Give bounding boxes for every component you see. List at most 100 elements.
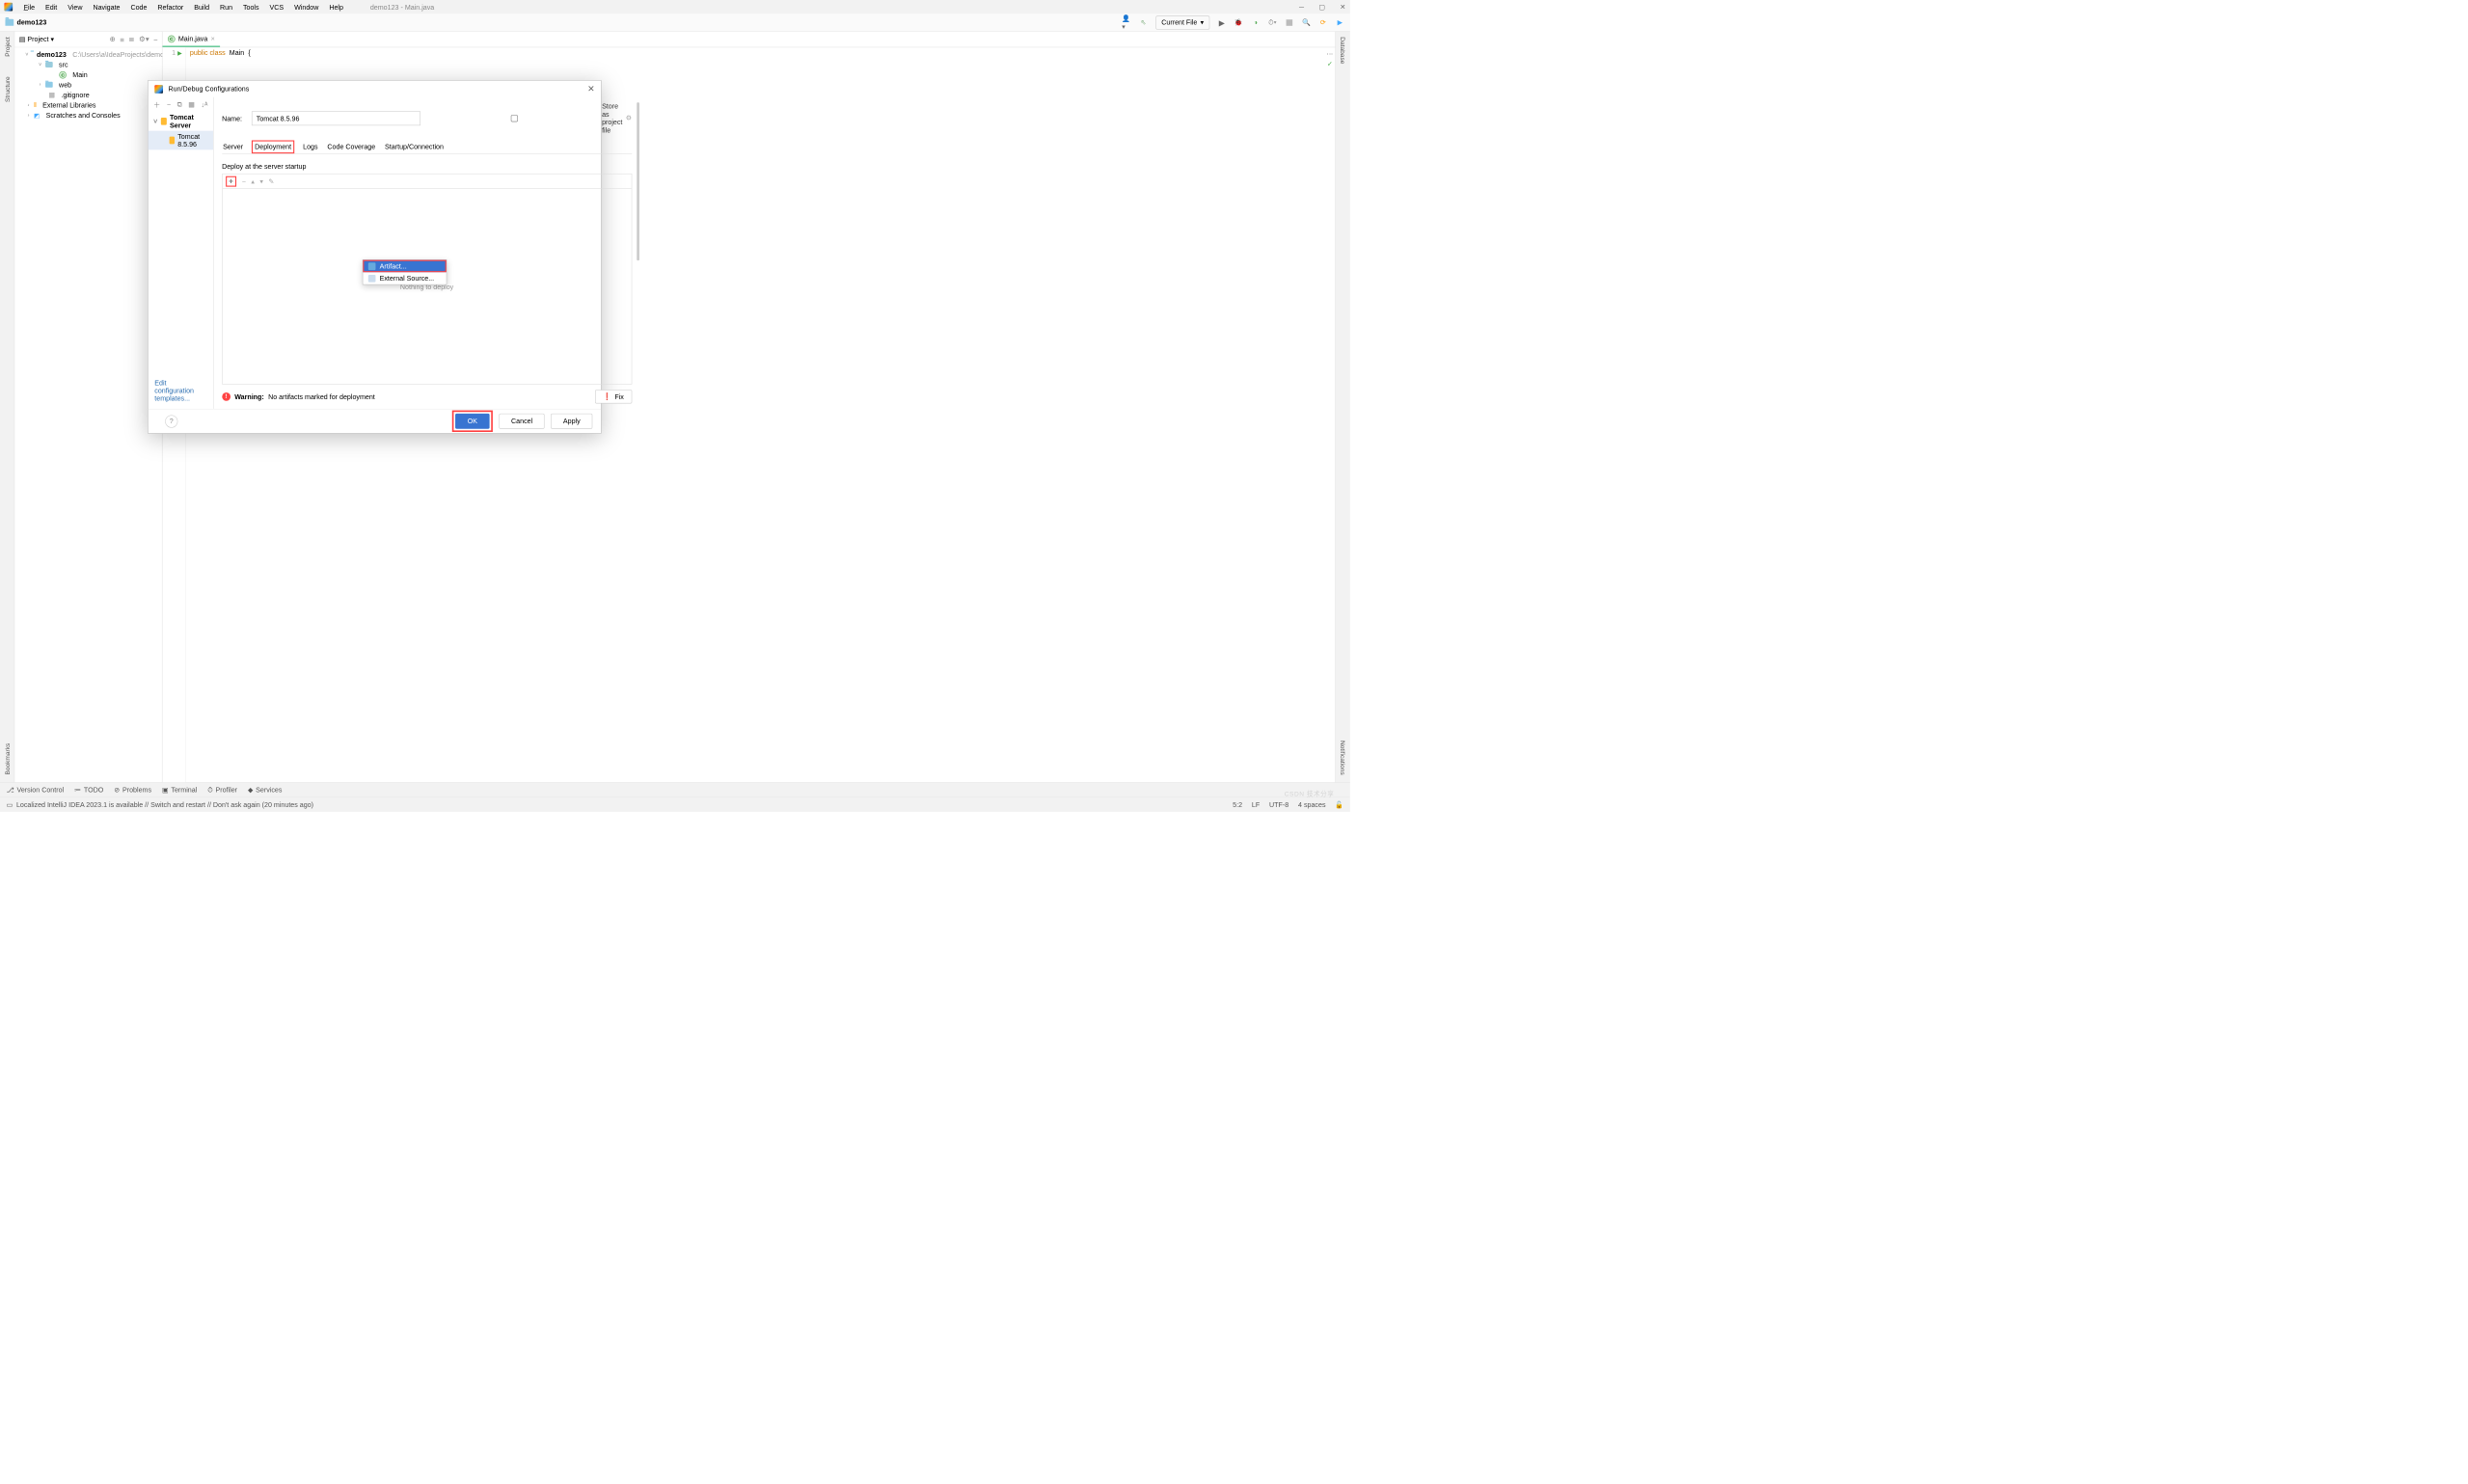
remove-config-icon[interactable]: − [167,100,171,108]
status-line-sep[interactable]: LF [1252,800,1260,809]
tool-todo[interactable]: ≔ TODO [74,786,103,795]
status-message[interactable]: Localized IntelliJ IDEA 2023.1 is availa… [16,800,313,808]
search-icon[interactable]: 🔍 [1301,17,1311,27]
menu-help[interactable]: Help [324,1,347,12]
store-as-project-checkbox[interactable]: Store as project file ⚙ [430,102,632,134]
menu-navigate[interactable]: Navigate [89,1,125,12]
deploy-empty-label: Nothing to deploy [223,189,632,384]
status-caret-pos[interactable]: 5:2 [1233,800,1242,809]
close-tab-icon[interactable]: × [211,35,215,42]
menu-tools[interactable]: Tools [238,1,263,12]
profile-icon[interactable]: ⏱▾ [1267,17,1277,27]
app-logo-icon [4,3,13,12]
editor-menu-icon[interactable]: ⋮ [1326,51,1334,58]
tree-gitignore[interactable]: ▦ .gitignore [18,90,159,100]
edit-templates-link[interactable]: Edit configuration templates... [154,379,194,403]
dialog-close-icon[interactable]: ✕ [587,84,594,94]
config-item-tomcat[interactable]: Tomcat 8.5.96 [149,131,213,150]
menu-refactor[interactable]: Refactor [152,1,188,12]
tab-coverage[interactable]: Code Coverage [326,141,376,154]
deploy-remove-icon[interactable]: − [242,177,246,185]
stop-icon[interactable] [1285,17,1294,27]
fix-button[interactable]: ❗Fix [595,390,632,403]
hide-panel-icon[interactable]: − [153,35,157,43]
sidebar-tab-database[interactable]: Database [1340,35,1347,66]
cancel-button[interactable]: Cancel [499,414,544,429]
project-view-select[interactable]: ▤ Project ▾ [19,35,54,43]
menu-build[interactable]: Build [189,1,214,12]
menu-run[interactable]: Run [215,1,237,12]
menu-view[interactable]: View [63,1,87,12]
run-debug-config-dialog: Run/Debug Configurations ✕ ＋ − ⧉ ▦ ↓ᴬ ˅T… [148,80,601,433]
menu-edit[interactable]: Edit [41,1,62,12]
tree-main-class[interactable]: C Main [18,69,159,79]
menu-vcs[interactable]: VCS [265,1,288,12]
project-tool-window: ▤ Project ▾ ⊕ ≡ ≣ ⚙▾ − ˅ demo123 C:\User… [14,32,162,782]
help-icon[interactable]: ? [165,415,177,427]
run-icon[interactable]: ▶ [1217,17,1227,27]
deploy-add-icon[interactable]: + [226,176,236,187]
tree-ext-libs[interactable]: ›⫴ External Libraries [18,100,159,110]
inspection-ok-icon[interactable]: ✓ [1327,60,1333,68]
tree-web[interactable]: › web [18,80,159,90]
select-opened-icon[interactable]: ⊕ [110,35,116,43]
folder-config-icon[interactable]: ▦ [188,100,195,109]
tool-settings-icon[interactable]: ⚙▾ [139,35,149,43]
gutter-run-icon[interactable]: ▶ [177,50,182,57]
sidebar-tab-structure[interactable]: Structure [4,74,12,104]
status-readonly-icon[interactable]: 🔓 [1335,800,1343,809]
tab-logs[interactable]: Logs [302,141,319,154]
status-indent[interactable]: 4 spaces [1298,800,1325,809]
deploy-up-icon[interactable]: ▴ [251,177,255,186]
tab-startup[interactable]: Startup/Connection [384,141,445,154]
add-config-icon[interactable]: ＋ [153,99,160,109]
sort-config-icon[interactable]: ↓ᴬ [202,100,208,108]
breadcrumb-project[interactable]: demo123 [17,18,47,26]
status-notification-icon[interactable]: ▭ [7,800,14,809]
tool-services[interactable]: ◆ Services [248,786,282,795]
status-encoding[interactable]: UTF-8 [1269,800,1288,809]
settings-updates-icon[interactable]: ⟳ [1318,17,1328,27]
tool-profiler[interactable]: ⏱ Profiler [207,786,237,795]
deploy-down-icon[interactable]: ▾ [259,177,263,186]
tree-root[interactable]: ˅ demo123 C:\Users\a\IdeaProjects\demo1 [18,49,159,59]
tree-scratches[interactable]: ›◩ Scratches and Consoles [18,110,159,120]
minimize-icon[interactable]: ─ [1299,3,1304,12]
ok-button[interactable]: OK [455,414,489,429]
config-name-input[interactable] [252,111,420,125]
scrollbar[interactable] [637,102,639,260]
editor-tab-main[interactable]: C Main.java × [162,32,220,47]
menu-file[interactable]: FFileile [19,1,40,12]
collapse-all-icon[interactable]: ≣ [128,35,134,43]
maximize-icon[interactable]: ▢ [1318,3,1325,12]
coverage-icon[interactable]: ◑ [1251,17,1261,27]
build-hammer-icon[interactable]: ⇖ [1139,17,1149,27]
sidebar-tab-project[interactable]: Project [4,35,12,59]
tree-src[interactable]: ˅ src [18,60,159,69]
sidebar-tab-notifications[interactable]: Notifications [1340,739,1347,777]
popup-artifact[interactable]: Artifact... [363,260,446,273]
tool-version-control[interactable]: ⎇ Version Control [7,786,65,795]
run-config-selector[interactable]: Current File ▾ [1155,15,1209,29]
deploy-add-popup: Artifact... External Source... [363,259,447,284]
config-group-tomcat[interactable]: ˅Tomcat Server [149,112,213,131]
gear-icon[interactable]: ⚙ [626,114,632,122]
menu-code[interactable]: Code [126,1,152,12]
tab-deployment[interactable]: Deployment [252,141,295,154]
popup-external[interactable]: External Source... [363,272,446,284]
menu-window[interactable]: Window [289,1,323,12]
debug-icon[interactable]: 🐞 [1234,17,1243,27]
tab-server[interactable]: Server [222,141,244,154]
tool-problems[interactable]: ⊘ Problems [114,786,151,795]
copy-config-icon[interactable]: ⧉ [177,100,182,109]
sidebar-tab-bookmarks[interactable]: Bookmarks [4,742,12,777]
expand-all-icon[interactable]: ≡ [120,35,123,43]
close-window-icon[interactable]: ✕ [1340,3,1345,12]
deploy-section-label: Deploy at the server startup [222,163,632,171]
tool-terminal[interactable]: ▣ Terminal [162,786,197,795]
ide-services-icon[interactable]: ▶ [1335,17,1344,27]
tomcat-icon [170,137,175,145]
apply-button[interactable]: Apply [551,414,592,429]
deploy-edit-icon[interactable]: ✎ [268,177,274,186]
user-icon[interactable]: 👤▾ [1122,17,1131,27]
